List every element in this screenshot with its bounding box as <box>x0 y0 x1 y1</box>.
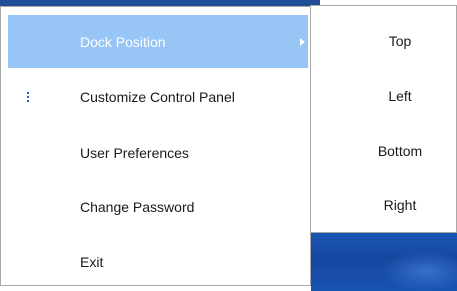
submenu-item-right[interactable]: Right <box>311 178 457 232</box>
menu-item-icon-slot <box>8 180 48 233</box>
dock-position-submenu: Top Left Bottom Right <box>310 5 457 233</box>
menu-item-label: Change Password <box>80 198 195 215</box>
submenu-item-label: Top <box>388 33 412 49</box>
submenu-item-label: Bottom <box>377 143 423 159</box>
menu-item-icon-slot <box>8 70 48 123</box>
menu-item-icon-slot <box>8 235 48 288</box>
submenu-item-top[interactable]: Top <box>311 14 457 68</box>
desktop-background <box>311 233 457 291</box>
menu-item-change-password[interactable]: Change Password <box>8 180 308 233</box>
submenu-item-label: Left <box>388 88 412 104</box>
submenu-item-bottom[interactable]: Bottom <box>311 124 457 178</box>
menu-item-exit[interactable]: Exit <box>8 235 308 288</box>
submenu-arrow-icon <box>300 38 305 46</box>
submenu-item-label: Right <box>383 197 417 213</box>
menu-item-label: Dock Position <box>80 33 166 50</box>
menu-item-dock-position[interactable]: Dock Position <box>8 15 308 68</box>
menu-item-label: Customize Control Panel <box>80 88 235 105</box>
menu-item-user-preferences[interactable]: User Preferences <box>8 126 308 179</box>
vertical-ellipsis-icon <box>27 91 29 102</box>
menu-item-customize-control-panel[interactable]: Customize Control Panel <box>8 70 308 123</box>
menu-item-label: User Preferences <box>80 144 189 161</box>
submenu-item-left[interactable]: Left <box>311 69 457 123</box>
context-menu: Dock Position Customize Control Panel Us… <box>0 6 311 286</box>
menu-item-icon-slot <box>8 126 48 179</box>
menu-item-icon-slot <box>8 15 48 68</box>
menu-item-label: Exit <box>80 253 104 270</box>
